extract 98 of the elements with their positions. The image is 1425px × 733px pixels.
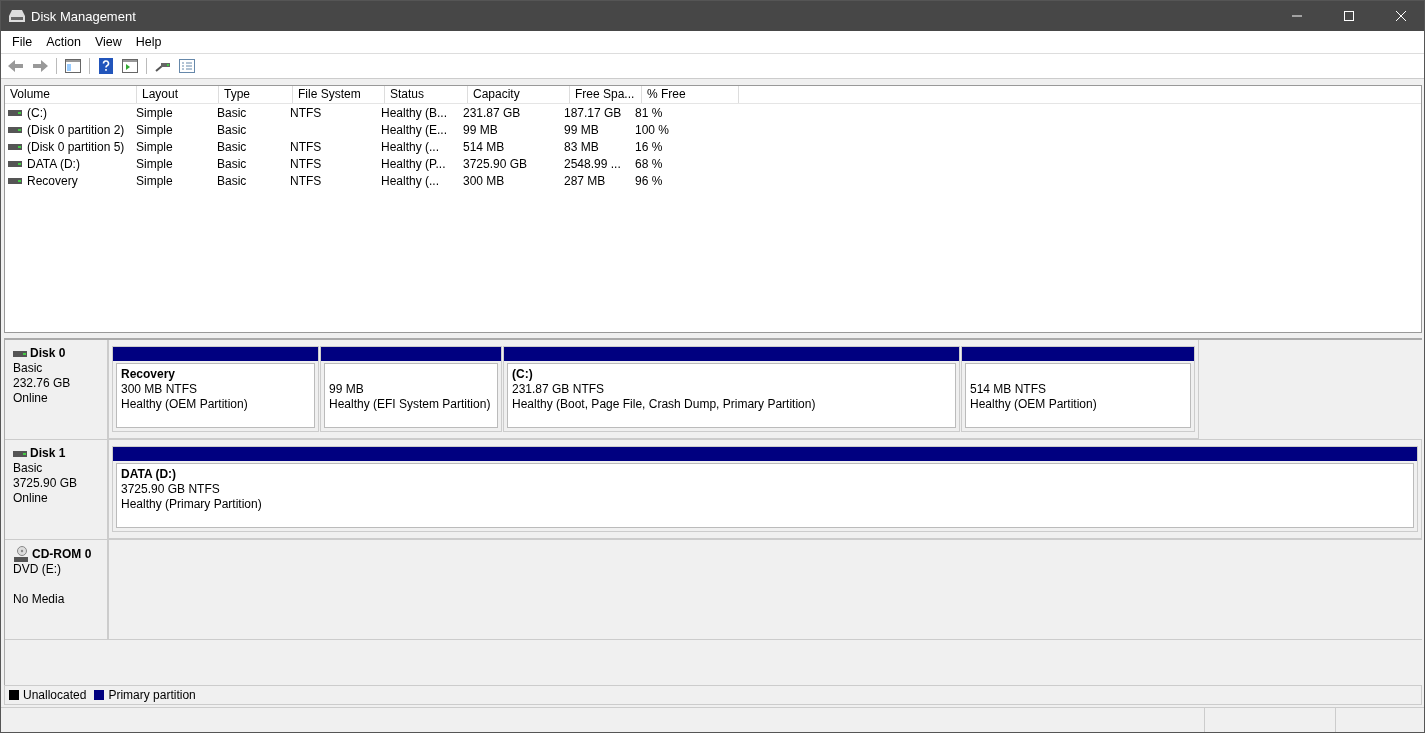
column-header[interactable]: Status (385, 86, 468, 103)
table-cell: DATA (D:) (27, 156, 80, 171)
table-cell: Basic (217, 105, 247, 120)
partition-label: (C:) (512, 367, 533, 381)
table-cell: Healthy (... (381, 139, 440, 154)
partition-block[interactable]: Recovery 300 MB NTFS Healthy (OEM Partition) (112, 346, 319, 432)
table-cell: 83 MB (564, 139, 599, 154)
table-cell: Healthy (P... (381, 156, 446, 171)
column-header[interactable]: Volume (5, 86, 137, 103)
table-cell: 231.87 GB (463, 105, 521, 120)
table-cell: 81 % (635, 105, 663, 120)
partition-status: Healthy (OEM Partition) (970, 397, 1097, 411)
partition-status: Healthy (Primary Partition) (121, 497, 262, 511)
table-cell: Healthy (B... (381, 105, 448, 120)
column-header[interactable]: Free Spa... (570, 86, 642, 103)
table-cell: NTFS (290, 105, 322, 120)
partition-size: 514 MB NTFS (970, 382, 1047, 396)
disk-management-icon (9, 9, 25, 23)
table-cell: Basic (217, 156, 247, 171)
partition-block[interactable]: DATA (D:) 3725.90 GB NTFS Healthy (Primary Partition) (112, 446, 1418, 532)
drive-icon (8, 126, 22, 133)
disk-info: DVD (E:) (13, 562, 61, 576)
disk-info: Online (13, 491, 48, 505)
maximize-icon (1344, 11, 1354, 21)
table-cell: Basic (217, 122, 247, 137)
drive-icon (13, 450, 27, 457)
partition-status: Healthy (OEM Partition) (121, 397, 248, 411)
table-cell: 96 % (635, 173, 663, 188)
partition-status: Healthy (EFI System Partition) (329, 397, 491, 411)
table-cell: Healthy (... (381, 173, 440, 188)
menu-item[interactable]: Action (39, 35, 88, 49)
legend-label: Primary partition (108, 688, 196, 702)
legend-label: Unallocated (23, 688, 87, 702)
help-button[interactable] (96, 56, 116, 76)
column-header[interactable]: File System (293, 86, 385, 103)
table-cell: (Disk 0 partition 2) (27, 122, 125, 137)
properties-button[interactable] (177, 56, 197, 76)
menu-item[interactable]: View (87, 35, 129, 49)
partition-size: 99 MB (329, 382, 364, 396)
partition-label: DATA (D:) (121, 467, 177, 481)
table-cell: Recovery (27, 173, 78, 188)
column-header[interactable]: Type (219, 86, 293, 103)
table-cell: Simple (136, 122, 173, 137)
partition-status: Healthy (Boot, Page File, Crash Dump, Primary Partition) (512, 397, 816, 411)
disk-name: Disk 0 (30, 346, 66, 361)
table-cell: 514 MB (463, 139, 505, 154)
table-cell: NTFS (290, 156, 322, 171)
partition-size: 231.87 GB NTFS (512, 382, 605, 396)
column-header[interactable]: Layout (137, 86, 219, 103)
partition-block[interactable]: 514 MB NTFS Healthy (OEM Partition) (961, 346, 1195, 432)
disk-info: No Media (13, 592, 65, 606)
window-title: Disk Management (31, 8, 137, 24)
menu-item[interactable]: File (5, 35, 40, 49)
drive-icon (8, 109, 22, 116)
cd-drive-icon (13, 546, 29, 562)
menu-item[interactable]: Help (128, 35, 169, 49)
table-cell: Simple (136, 139, 173, 154)
disk-info: 232.76 GB (13, 376, 71, 390)
disk-info: Basic (13, 461, 43, 475)
table-cell: Simple (136, 173, 173, 188)
table-cell: 16 % (635, 139, 663, 154)
disk-info: 3725.90 GB (13, 476, 78, 490)
action-pane-button[interactable] (120, 56, 140, 76)
partition-size: 3725.90 GB NTFS (121, 482, 220, 496)
table-cell: 287 MB (564, 173, 606, 188)
table-cell: 187.17 GB (564, 105, 622, 120)
table-cell: (Disk 0 partition 5) (27, 139, 125, 154)
column-header[interactable]: % Free (642, 86, 739, 103)
table-cell: Healthy (E... (381, 122, 448, 137)
table-cell: (C:) (27, 105, 47, 120)
partition-block[interactable]: 99 MB Healthy (EFI System Partition) (320, 346, 502, 432)
drive-icon (8, 160, 22, 167)
close-icon (1396, 11, 1406, 21)
table-cell: 68 % (635, 156, 663, 171)
table-cell: Simple (136, 156, 173, 171)
table-cell: NTFS (290, 173, 322, 188)
table-cell: Simple (136, 105, 173, 120)
table-cell: 2548.99 ... (564, 156, 621, 171)
partition-label: Recovery (121, 367, 176, 381)
table-cell: NTFS (290, 139, 322, 154)
table-cell: 99 MB (564, 122, 599, 137)
disk-info: Basic (13, 361, 43, 375)
disk-info: Online (13, 391, 48, 405)
table-cell: Basic (217, 173, 247, 188)
table-cell: 99 MB (463, 122, 498, 137)
table-cell: Basic (217, 139, 247, 154)
drive-icon (13, 350, 27, 357)
drive-icon (8, 143, 22, 150)
partition-size: 300 MB NTFS (121, 382, 198, 396)
table-cell: 100 % (635, 122, 670, 137)
partition-block[interactable]: (C:) 231.87 GB NTFS Healthy (Boot, Page File, Crash Dump, Primary Partition) (503, 346, 960, 432)
table-cell: 300 MB (463, 173, 505, 188)
column-header[interactable]: Capacity (468, 86, 570, 103)
drive-icon (8, 177, 22, 184)
table-cell: 3725.90 GB (463, 156, 528, 171)
disk-name: CD-ROM 0 (32, 546, 92, 562)
console-tree-button[interactable] (63, 56, 83, 76)
disk-name: Disk 1 (30, 446, 66, 461)
